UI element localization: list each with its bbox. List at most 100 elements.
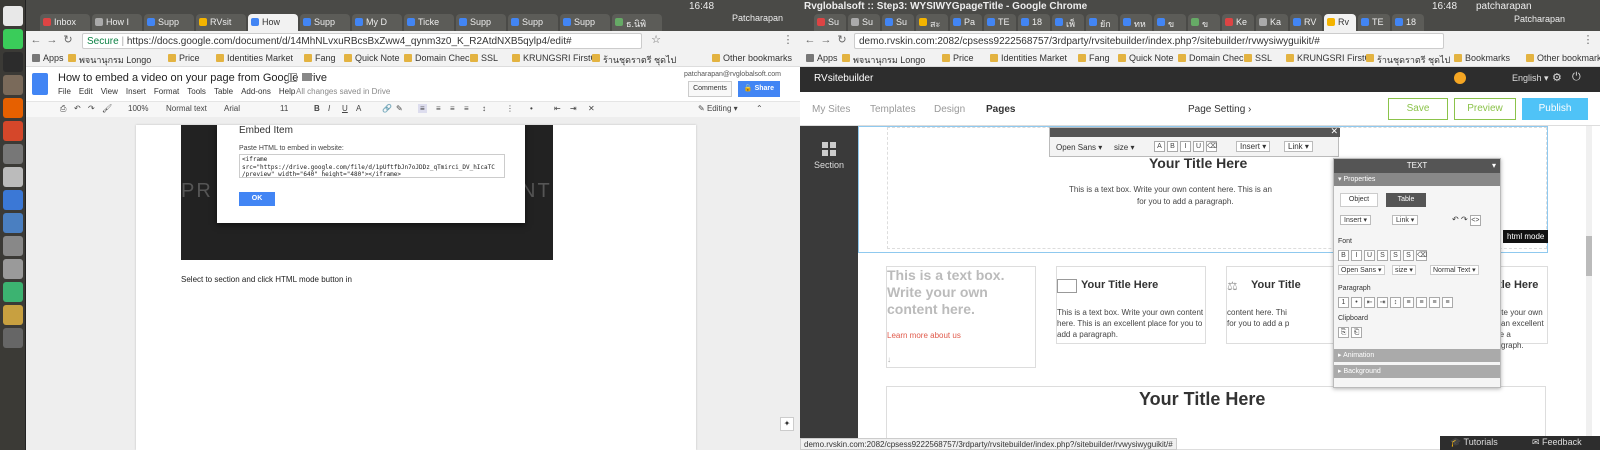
indent-icon[interactable]: ⇥ xyxy=(1377,297,1388,308)
explore-icon[interactable]: ✦ xyxy=(780,417,794,431)
hero-text-2[interactable]: for you to add a paragraph. xyxy=(1137,197,1234,206)
editor-link-button[interactable]: Link ▾ xyxy=(1284,141,1313,152)
animation-accordion[interactable]: ▸ Animation xyxy=(1334,349,1500,362)
browser-tab[interactable]: Ke xyxy=(1222,14,1254,31)
zoom-select[interactable]: 100% xyxy=(128,104,148,113)
outdent-icon[interactable]: ⇤ xyxy=(1364,297,1375,308)
browser-tab[interactable]: Pa xyxy=(950,14,982,31)
audio-icon[interactable] xyxy=(3,259,23,279)
redo-icon[interactable]: ↷ xyxy=(88,104,95,113)
line-icon[interactable] xyxy=(3,29,23,49)
underline-icon[interactable]: U xyxy=(342,104,348,113)
bookmark-item[interactable]: Price xyxy=(168,53,200,63)
bottom-title[interactable]: Your Title Here xyxy=(1139,389,1265,410)
browser-tab[interactable]: 18 xyxy=(1018,14,1050,31)
account-email[interactable]: patcharapan@rvglobalsoft.com xyxy=(684,71,781,78)
forward-icon[interactable]: → xyxy=(46,34,58,46)
docs-menu-table[interactable]: Table xyxy=(214,87,233,96)
card-text-partial[interactable]: content here. Thi for you to add a p xyxy=(1227,307,1297,329)
tab-object[interactable]: Object xyxy=(1340,193,1378,207)
forward-icon[interactable]: → xyxy=(820,34,832,46)
text-editor-icon[interactable] xyxy=(3,144,23,164)
underline-icon[interactable]: U xyxy=(1193,141,1204,152)
doc-body-text[interactable]: Select to section and click HTML mode bu… xyxy=(181,275,352,284)
star-doc-icon[interactable] xyxy=(288,73,297,82)
panel-collapse-icon[interactable]: ▾ xyxy=(1492,159,1496,173)
font-size-up-icon[interactable]: A xyxy=(1154,141,1165,152)
docs-logo-icon[interactable] xyxy=(32,73,48,95)
bookmark-item[interactable]: Price xyxy=(942,53,974,63)
remote-desktop-icon[interactable] xyxy=(3,190,23,210)
publish-button[interactable]: Publish xyxy=(1522,98,1588,120)
align-center-icon[interactable]: ≡ xyxy=(436,104,441,113)
browser-tab[interactable]: Supp xyxy=(300,14,350,31)
tab-table[interactable]: Table xyxy=(1386,193,1426,207)
docs-menu-addons[interactable]: Add-ons xyxy=(241,87,271,96)
nav-design[interactable]: Design xyxy=(934,104,965,115)
align-right-icon[interactable]: ≡ xyxy=(450,104,455,113)
browser-tab[interactable]: Supp xyxy=(508,14,558,31)
section-label[interactable]: Section xyxy=(800,160,858,170)
browser-tab[interactable]: Su xyxy=(882,14,914,31)
align-left-icon[interactable]: ≡ xyxy=(418,104,427,113)
panel-style-select[interactable]: Normal Text ▾ xyxy=(1430,265,1479,275)
bookmark-item[interactable]: Identities Market xyxy=(216,53,293,63)
files-icon[interactable] xyxy=(3,75,23,95)
scrollbar-thumb[interactable] xyxy=(1586,236,1592,276)
reload-icon[interactable]: ↻ xyxy=(62,34,74,46)
docs-menu-insert[interactable]: Insert xyxy=(126,87,146,96)
strike-icon[interactable]: S xyxy=(1377,250,1388,261)
vm-icon[interactable] xyxy=(3,213,23,233)
browser-tab[interactable]: ธ.นิพิ xyxy=(612,14,662,31)
card-title[interactable]: Your Title Here xyxy=(1081,279,1158,291)
docs-page[interactable]: PR NT Embed Item Paste HTML to embed in … xyxy=(136,125,696,450)
chrome-icon[interactable] xyxy=(3,6,23,26)
star-icon[interactable]: ☆ xyxy=(650,34,662,46)
paint-format-icon[interactable]: 🖌 xyxy=(102,104,112,113)
app-icon[interactable] xyxy=(3,282,23,302)
settings-gear-icon[interactable]: ⚙ xyxy=(1552,71,1562,84)
language-select[interactable]: English ▾ xyxy=(1512,73,1549,84)
italic-icon[interactable]: I xyxy=(1180,141,1191,152)
align-right-icon[interactable]: ≡ xyxy=(1429,297,1440,308)
bookmark-item[interactable]: Identities Market xyxy=(990,53,1067,63)
back-icon[interactable]: ← xyxy=(804,34,816,46)
panel-link-button[interactable]: Link ▾ xyxy=(1392,215,1419,225)
card-title-partial[interactable]: Your Title xyxy=(1251,279,1301,291)
print-icon[interactable]: ⎙ xyxy=(60,104,66,114)
align-left-icon[interactable]: ≡ xyxy=(1403,297,1414,308)
browser-tab[interactable]: Rv xyxy=(1324,14,1356,31)
browser-tab[interactable]: How I xyxy=(92,14,142,31)
feedback-link[interactable]: ✉ Feedback xyxy=(1532,437,1582,448)
browser-tab[interactable]: ทห xyxy=(1120,14,1152,31)
bookmark-item[interactable]: SSL xyxy=(470,53,498,63)
font-select[interactable]: Arial xyxy=(224,104,240,113)
card-big-text-content[interactable]: This is a text box. Write your own conte… xyxy=(887,267,1035,318)
bullet-list-icon[interactable]: • xyxy=(1351,297,1362,308)
bookmark-item[interactable]: Fang xyxy=(1078,53,1110,63)
bold-icon[interactable]: B xyxy=(1338,250,1349,261)
italic-icon[interactable]: I xyxy=(1351,250,1362,261)
undo-icon[interactable]: ↶ xyxy=(1452,215,1459,224)
line-spacing-icon[interactable]: ↕ xyxy=(482,104,486,113)
editor-insert-button[interactable]: Insert ▾ xyxy=(1236,141,1271,152)
bookmark-item[interactable]: พจนานุกรม Longo xyxy=(842,53,925,67)
browser-tab[interactable]: RV xyxy=(1290,14,1322,31)
save-button[interactable]: Save xyxy=(1388,98,1448,120)
align-center-icon[interactable]: ≡ xyxy=(1416,297,1427,308)
nav-my-sites[interactable]: My Sites xyxy=(812,104,850,115)
back-icon[interactable]: ← xyxy=(30,34,42,46)
bullet-list-icon[interactable]: • xyxy=(530,104,533,113)
browser-tab[interactable]: Supp xyxy=(560,14,610,31)
browser-tab[interactable]: 18 xyxy=(1392,14,1424,31)
hero-text[interactable]: This is a text box. Write your own conte… xyxy=(1069,185,1272,194)
card-title-partial-2[interactable]: itle Here xyxy=(1495,279,1538,291)
browser-tab[interactable]: ข xyxy=(1154,14,1186,31)
bookmark-item[interactable]: Fang xyxy=(304,53,336,63)
section-grid-icon[interactable] xyxy=(822,142,836,156)
background-accordion[interactable]: ▸ Background xyxy=(1334,365,1500,378)
justify-icon[interactable]: ≡ xyxy=(464,104,469,113)
comments-button[interactable]: Comments xyxy=(688,81,732,97)
browser-tab[interactable]: TE xyxy=(1358,14,1390,31)
folder-icon[interactable] xyxy=(302,73,312,81)
